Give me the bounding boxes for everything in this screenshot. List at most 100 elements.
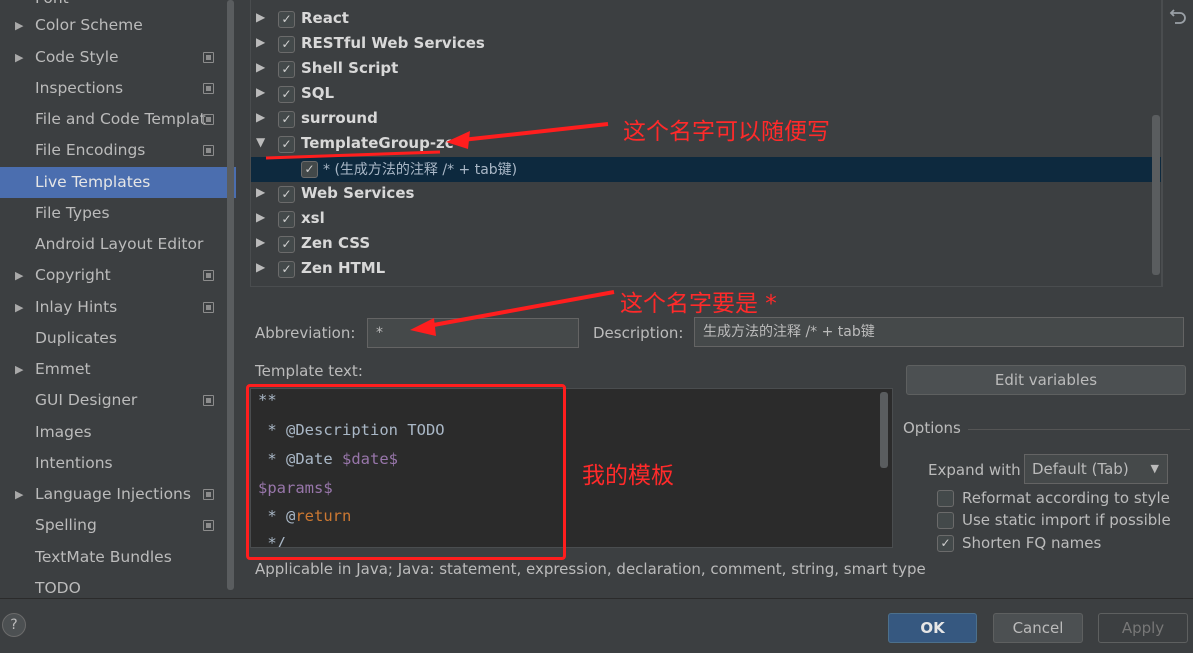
template-group[interactable]: ▶ ✓ Zen CSS	[251, 232, 1161, 257]
expand-with-value: Default (Tab)	[1032, 460, 1129, 478]
expand-arrow-icon[interactable]: ▶	[15, 260, 23, 291]
option-label[interactable]: Shorten FQ names	[962, 534, 1101, 552]
expand-arrow-icon[interactable]: ▶	[15, 42, 23, 73]
template-group-label: TemplateGroup-zc	[301, 134, 454, 152]
abbreviation-input[interactable]: *	[367, 318, 579, 348]
expand-arrow-icon[interactable]: ▶	[15, 354, 23, 385]
sidebar-item-label: Intentions	[35, 454, 113, 472]
sidebar-item[interactable]: Spelling	[0, 510, 236, 541]
enabled-checkbox[interactable]: ✓	[278, 136, 295, 153]
enabled-checkbox[interactable]: ✓	[278, 186, 295, 203]
expand-arrow-icon[interactable]: ▶	[15, 479, 23, 510]
template-group[interactable]: ▶ ✓ Zen HTML	[251, 257, 1161, 282]
cancel-button[interactable]: Cancel	[993, 613, 1083, 643]
project-scope-icon	[203, 489, 214, 500]
template-group[interactable]: ▶ ✓ Shell Script	[251, 57, 1161, 82]
enabled-checkbox[interactable]: ✓	[278, 211, 295, 228]
project-scope-icon	[203, 270, 214, 281]
collapse-arrow-icon[interactable]: ▼	[256, 135, 265, 149]
template-highlight-box	[246, 384, 566, 560]
enabled-checkbox[interactable]: ✓	[301, 161, 318, 178]
sidebar-scrollbar[interactable]	[227, 0, 234, 590]
expand-arrow-icon[interactable]: ▶	[256, 210, 265, 224]
expand-arrow-icon[interactable]: ▶	[256, 235, 265, 249]
sidebar-item[interactable]: Android Layout Editor	[0, 229, 236, 260]
sidebar-item-label: Spelling	[35, 516, 97, 534]
abbreviation-label: Abbreviation:	[255, 324, 356, 342]
sidebar-item[interactable]: Intentions	[0, 448, 236, 479]
expand-arrow-icon[interactable]: ▶	[15, 292, 23, 323]
sidebar-item[interactable]: ▶ Code Style	[0, 42, 236, 73]
template-group-label: SQL	[301, 84, 335, 102]
sidebar-item[interactable]: Inspections	[0, 73, 236, 104]
template-group-label: Zen HTML	[301, 259, 386, 277]
project-scope-icon	[203, 114, 214, 125]
sidebar-item[interactable]: ▶ Inlay Hints	[0, 292, 236, 323]
ok-button[interactable]: OK	[888, 613, 977, 643]
project-scope-icon	[203, 83, 214, 94]
sidebar-item[interactable]: File Types	[0, 198, 236, 229]
restore-defaults-icon[interactable]	[1169, 6, 1189, 28]
options-section-title: Options	[903, 419, 961, 437]
template-group[interactable]: ▶ ✓ xsl	[251, 207, 1161, 232]
enabled-checkbox[interactable]: ✓	[278, 86, 295, 103]
sidebar-item[interactable]: Images	[0, 417, 236, 448]
enabled-checkbox[interactable]: ✓	[278, 11, 295, 28]
template-group[interactable]: ▶ ✓ Web Services	[251, 182, 1161, 207]
expand-with-select[interactable]: Default (Tab) ▼	[1024, 454, 1168, 484]
enabled-checkbox[interactable]: ✓	[278, 36, 295, 53]
option-label[interactable]: Use static import if possible	[962, 511, 1171, 529]
expand-arrow-icon[interactable]: ▶	[256, 110, 265, 124]
option-checkbox[interactable]	[937, 490, 954, 507]
expand-arrow-icon[interactable]: ▶	[256, 10, 265, 24]
sidebar-item[interactable]: ▶ Copyright	[0, 260, 236, 291]
option-checkbox[interactable]	[937, 512, 954, 529]
option-checkbox[interactable]: ✓	[937, 535, 954, 552]
tree-scrollbar[interactable]	[1152, 115, 1160, 275]
sidebar-item[interactable]: ▶ Emmet	[0, 354, 236, 385]
options-separator	[968, 429, 1190, 430]
template-item[interactable]: ✓ * (生成方法的注释 /* + tab键)	[251, 157, 1161, 182]
template-group[interactable]: ▶ ✓ React	[251, 7, 1161, 32]
edit-variables-button[interactable]: Edit variables	[906, 365, 1186, 395]
editor-scrollbar[interactable]	[880, 392, 888, 468]
sidebar-item-label: File Encodings	[35, 141, 146, 159]
apply-button[interactable]: Apply	[1098, 613, 1188, 643]
sidebar-item[interactable]: GUI Designer	[0, 385, 236, 416]
template-group-label: Web Services	[301, 184, 415, 202]
applicable-contexts-text[interactable]: Applicable in Java; Java: statement, exp…	[255, 560, 926, 578]
sidebar-item-label: GUI Designer	[35, 391, 138, 409]
expand-arrow-icon[interactable]: ▶	[256, 260, 265, 274]
expand-arrow-icon[interactable]: ▶	[256, 60, 265, 74]
project-scope-icon	[203, 52, 214, 63]
sidebar-item-label: Inlay Hints	[35, 298, 118, 316]
sidebar-item[interactable]: Live Templates	[0, 167, 236, 198]
expand-arrow-icon[interactable]: ▶	[15, 10, 23, 41]
expand-arrow-icon[interactable]: ▶	[256, 35, 265, 49]
expand-arrow-icon[interactable]: ▶	[256, 185, 265, 199]
template-text-label: Template text:	[255, 362, 363, 380]
sidebar-item-label: Color Scheme	[35, 16, 143, 34]
expand-arrow-icon[interactable]: ▶	[256, 85, 265, 99]
sidebar-item[interactable]: Duplicates	[0, 323, 236, 354]
enabled-checkbox[interactable]: ✓	[278, 236, 295, 253]
enabled-checkbox[interactable]: ✓	[278, 261, 295, 278]
sidebar-item[interactable]: ▶ Language Injections	[0, 479, 236, 510]
sidebar-item[interactable]: TextMate Bundles	[0, 542, 236, 573]
template-group[interactable]: ▶ ✓ SQL	[251, 82, 1161, 107]
sidebar-item[interactable]: File Encodings	[0, 135, 236, 166]
enabled-checkbox[interactable]: ✓	[278, 111, 295, 128]
sidebar-item[interactable]: ▶ Color Scheme	[0, 10, 236, 41]
settings-sidebar: Font▶Color Scheme▶Code StyleInspectionsF…	[0, 0, 236, 598]
project-scope-icon	[203, 520, 214, 531]
enabled-checkbox[interactable]: ✓	[278, 61, 295, 78]
help-button[interactable]: ?	[2, 613, 26, 637]
option-label[interactable]: Reformat according to style	[962, 489, 1170, 507]
template-group[interactable]: ▶ ✓ RESTful Web Services	[251, 32, 1161, 57]
template-group-label: Zen CSS	[301, 234, 371, 252]
sidebar-item-label: Emmet	[35, 360, 91, 378]
sidebar-item-label: Language Injections	[35, 485, 191, 503]
description-input[interactable]: 生成方法的注释 /* + tab键	[694, 317, 1184, 347]
sidebar-item[interactable]: File and Code Templat	[0, 104, 236, 135]
template-group-label: surround	[301, 109, 378, 127]
